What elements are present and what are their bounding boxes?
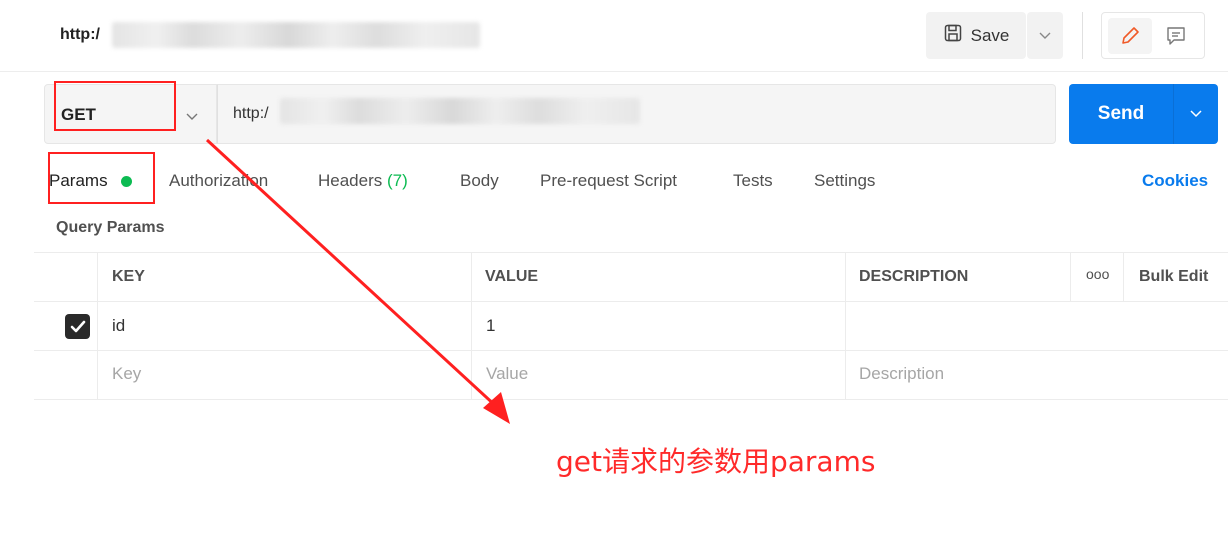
table-col-divider — [1123, 252, 1124, 301]
annotation-text: get请求的参数用params — [556, 445, 876, 478]
table-border-bottom — [34, 399, 1228, 400]
save-button[interactable]: Save — [926, 12, 1026, 59]
redacted-url-title — [112, 22, 480, 48]
param-enabled-checkbox[interactable] — [65, 314, 90, 339]
save-label: Save — [970, 25, 1010, 45]
query-params-title: Query Params — [56, 219, 165, 236]
cookies-link[interactable]: Cookies — [1142, 171, 1208, 191]
checkmark-icon — [70, 320, 85, 332]
url-text: http:/ — [233, 105, 269, 122]
edit-mode-button[interactable] — [1108, 17, 1152, 54]
column-header-description: DESCRIPTION — [859, 268, 969, 285]
param-key-cell[interactable]: id — [112, 316, 125, 336]
table-border-top — [34, 252, 1228, 253]
chevron-down-icon — [1190, 110, 1202, 118]
tab-headers[interactable]: Headers (7) — [318, 171, 408, 191]
comment-icon — [1167, 26, 1185, 45]
toolbar-divider — [1082, 12, 1083, 59]
save-icon — [943, 23, 963, 48]
table-row-divider — [34, 350, 1228, 351]
pencil-icon — [1122, 26, 1139, 44]
request-tab-title[interactable]: http:/ — [60, 26, 100, 44]
bulk-edit-button[interactable]: Bulk Edit — [1139, 268, 1208, 286]
tab-pre-request-script[interactable]: Pre-request Script — [540, 171, 677, 191]
more-options-icon[interactable]: ooo — [1086, 266, 1109, 282]
column-header-key: KEY — [112, 268, 145, 285]
new-value-input[interactable]: Value — [486, 364, 528, 384]
param-value-cell[interactable]: 1 — [486, 316, 495, 336]
table-col-divider — [845, 252, 846, 400]
send-dropdown-button[interactable] — [1174, 84, 1218, 144]
chevron-down-icon — [1039, 32, 1051, 39]
new-key-input[interactable]: Key — [112, 364, 141, 384]
chevron-down-icon — [186, 108, 198, 126]
headers-count: (7) — [387, 171, 408, 190]
new-description-input[interactable]: Description — [859, 364, 944, 384]
tab-body[interactable]: Body — [460, 171, 499, 191]
table-header-divider — [34, 301, 1228, 302]
column-header-value: VALUE — [485, 268, 539, 285]
tab-settings[interactable]: Settings — [814, 171, 875, 191]
table-col-divider — [97, 252, 98, 400]
table-col-divider — [471, 252, 472, 400]
tab-authorization[interactable]: Authorization — [169, 171, 268, 191]
tab-tests[interactable]: Tests — [733, 171, 773, 191]
annotation-box-method — [54, 81, 176, 131]
redacted-url — [280, 98, 640, 124]
send-button[interactable]: Send — [1069, 84, 1173, 144]
annotation-box-params — [48, 152, 155, 204]
save-dropdown-button[interactable] — [1027, 12, 1063, 59]
table-col-divider — [1070, 252, 1071, 301]
view-mode-toggle — [1101, 12, 1205, 59]
tab-headers-label: Headers — [318, 171, 383, 190]
comments-button[interactable] — [1154, 18, 1198, 54]
